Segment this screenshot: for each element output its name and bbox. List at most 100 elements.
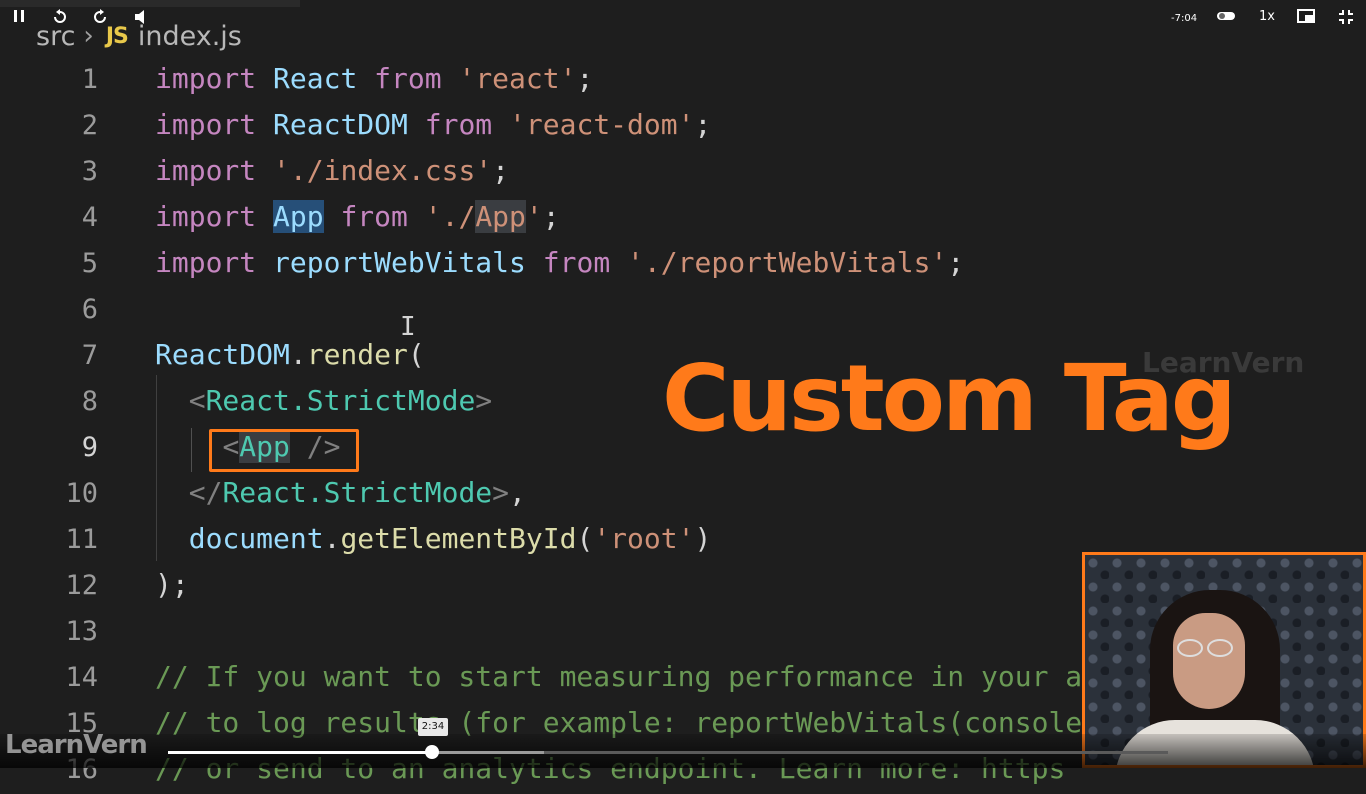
code-token: ' — [525, 200, 543, 233]
code-text: document.getElementById('root') — [155, 522, 712, 555]
code-token: ( — [407, 338, 425, 371]
code-line[interactable]: 1 import React from 'react'; — [0, 58, 1366, 104]
code-line[interactable]: 10 </React.StrictMode>, — [0, 472, 1366, 518]
code-token: render — [306, 338, 408, 371]
code-token: App — [273, 200, 324, 233]
code-token: ; — [694, 108, 712, 141]
line-number: 6 — [81, 294, 98, 325]
code-token: > — [492, 476, 510, 509]
js-file-icon: JS — [105, 23, 129, 49]
code-text: import reportWebVitals from './reportWeb… — [155, 246, 964, 279]
code-line[interactable]: 4 import App from './App'; — [0, 196, 1366, 242]
code-token: ; — [542, 200, 560, 233]
line-number: 7 — [81, 340, 98, 371]
code-text: import React from 'react'; — [155, 62, 593, 95]
speed-button[interactable]: 1x — [1259, 9, 1275, 25]
code-token: import — [155, 108, 257, 141]
toggle-icon[interactable] — [1216, 9, 1236, 26]
glasses-icon — [1177, 639, 1241, 659]
presenter-face — [1173, 613, 1245, 709]
line-number: 9 — [81, 432, 98, 463]
code-token: ReactDOM — [273, 108, 408, 141]
seek-tooltip: 2:34 — [418, 718, 448, 736]
code-token: React.StrictMode — [222, 476, 493, 509]
code-token: < — [188, 384, 206, 417]
code-token: from — [542, 246, 611, 279]
code-token: './ — [424, 200, 476, 233]
line-number: 4 — [81, 202, 98, 233]
code-text: import App from './App'; — [155, 200, 560, 233]
remaining-time: -7:04 — [1171, 13, 1198, 24]
code-token: 'root' — [593, 522, 695, 555]
code-token: import — [155, 62, 257, 95]
code-token: from — [374, 62, 442, 95]
forward-icon[interactable] — [92, 9, 108, 28]
code-token: ) — [694, 522, 712, 555]
code-token: import — [155, 200, 257, 233]
code-text: ReactDOM.render( — [155, 338, 425, 371]
code-token: 'react' — [458, 62, 577, 95]
code-token: , — [509, 476, 526, 509]
code-token: . — [323, 522, 341, 555]
code-token: './reportWebVitals' — [627, 246, 948, 279]
title-strip — [0, 0, 300, 7]
code-text: ); — [155, 568, 189, 601]
line-number: 2 — [81, 110, 98, 141]
line-number: 12 — [65, 570, 98, 601]
code-token: getElementById — [340, 522, 577, 555]
code-line[interactable]: 6 — [0, 288, 1366, 334]
code-text: // If you want to start measuring perfor… — [155, 660, 1082, 693]
code-token: document — [188, 522, 324, 555]
code-line[interactable]: 2 import ReactDOM from 'react-dom'; — [0, 104, 1366, 150]
pip-icon[interactable] — [1297, 9, 1315, 26]
text-cursor-icon: I — [400, 312, 416, 342]
code-token: import — [155, 246, 257, 279]
line-number: 1 — [81, 64, 98, 95]
replay-icon[interactable] — [52, 9, 68, 28]
line-number: 11 — [65, 524, 98, 555]
code-token: React — [273, 62, 358, 95]
code-token: './index.css' — [273, 154, 493, 187]
code-token: App — [475, 200, 526, 233]
seek-thumb[interactable] — [425, 745, 439, 759]
code-text: <React.StrictMode> — [155, 384, 492, 417]
code-token: ; — [576, 62, 594, 95]
code-token: . — [289, 338, 307, 371]
code-token: ; — [492, 154, 510, 187]
code-token: reportWebVitals — [273, 246, 526, 279]
line-number: 13 — [65, 616, 98, 647]
code-text: </React.StrictMode>, — [155, 476, 526, 509]
line-number: 3 — [81, 156, 98, 187]
fullscreen-exit-icon[interactable] — [1338, 9, 1354, 28]
code-token: 'react-dom' — [509, 108, 695, 141]
pause-icon[interactable] — [12, 9, 26, 26]
code-token: import — [155, 154, 257, 187]
line-number: 10 — [65, 478, 98, 509]
code-token: React.StrictMode — [205, 384, 476, 417]
code-line[interactable]: 3 import './index.css'; — [0, 150, 1366, 196]
code-text: import './index.css'; — [155, 154, 509, 187]
code-token: // If you want to start measuring perfor… — [155, 660, 1083, 693]
line-number: 8 — [81, 386, 98, 417]
overlay-title: Custom Tag — [662, 345, 1237, 452]
breadcrumb-file[interactable]: index.js — [138, 21, 242, 52]
code-line[interactable]: 5 import reportWebVitals from './reportWe… — [0, 242, 1366, 288]
volume-icon[interactable] — [134, 9, 150, 28]
highlight-box — [209, 429, 359, 472]
line-number: 14 — [65, 662, 98, 693]
